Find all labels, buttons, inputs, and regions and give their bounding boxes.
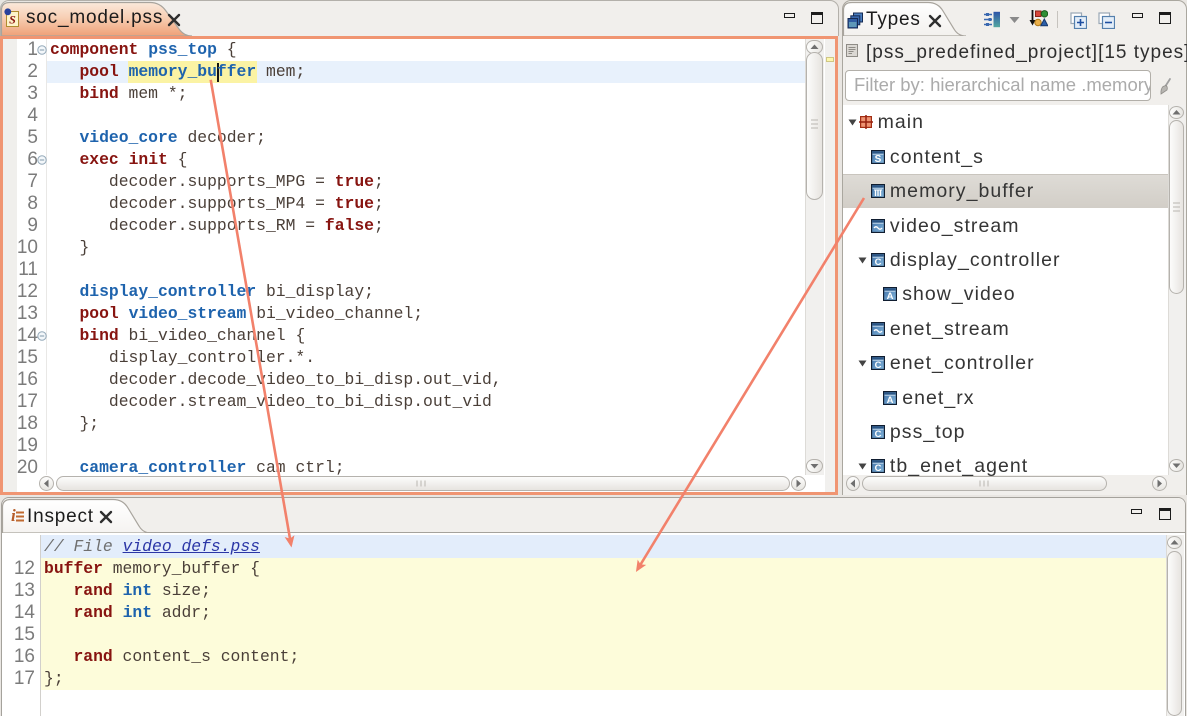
svg-text:C: C — [874, 429, 881, 439]
svg-text:C: C — [874, 360, 881, 370]
svg-text:A: A — [887, 394, 894, 404]
svg-text:A: A — [887, 291, 894, 301]
svg-text:C: C — [874, 463, 881, 473]
svg-text:S: S — [875, 154, 882, 164]
svg-text:S: S — [9, 13, 16, 27]
svg-text:i: i — [11, 506, 16, 524]
svg-text:C: C — [874, 257, 881, 267]
